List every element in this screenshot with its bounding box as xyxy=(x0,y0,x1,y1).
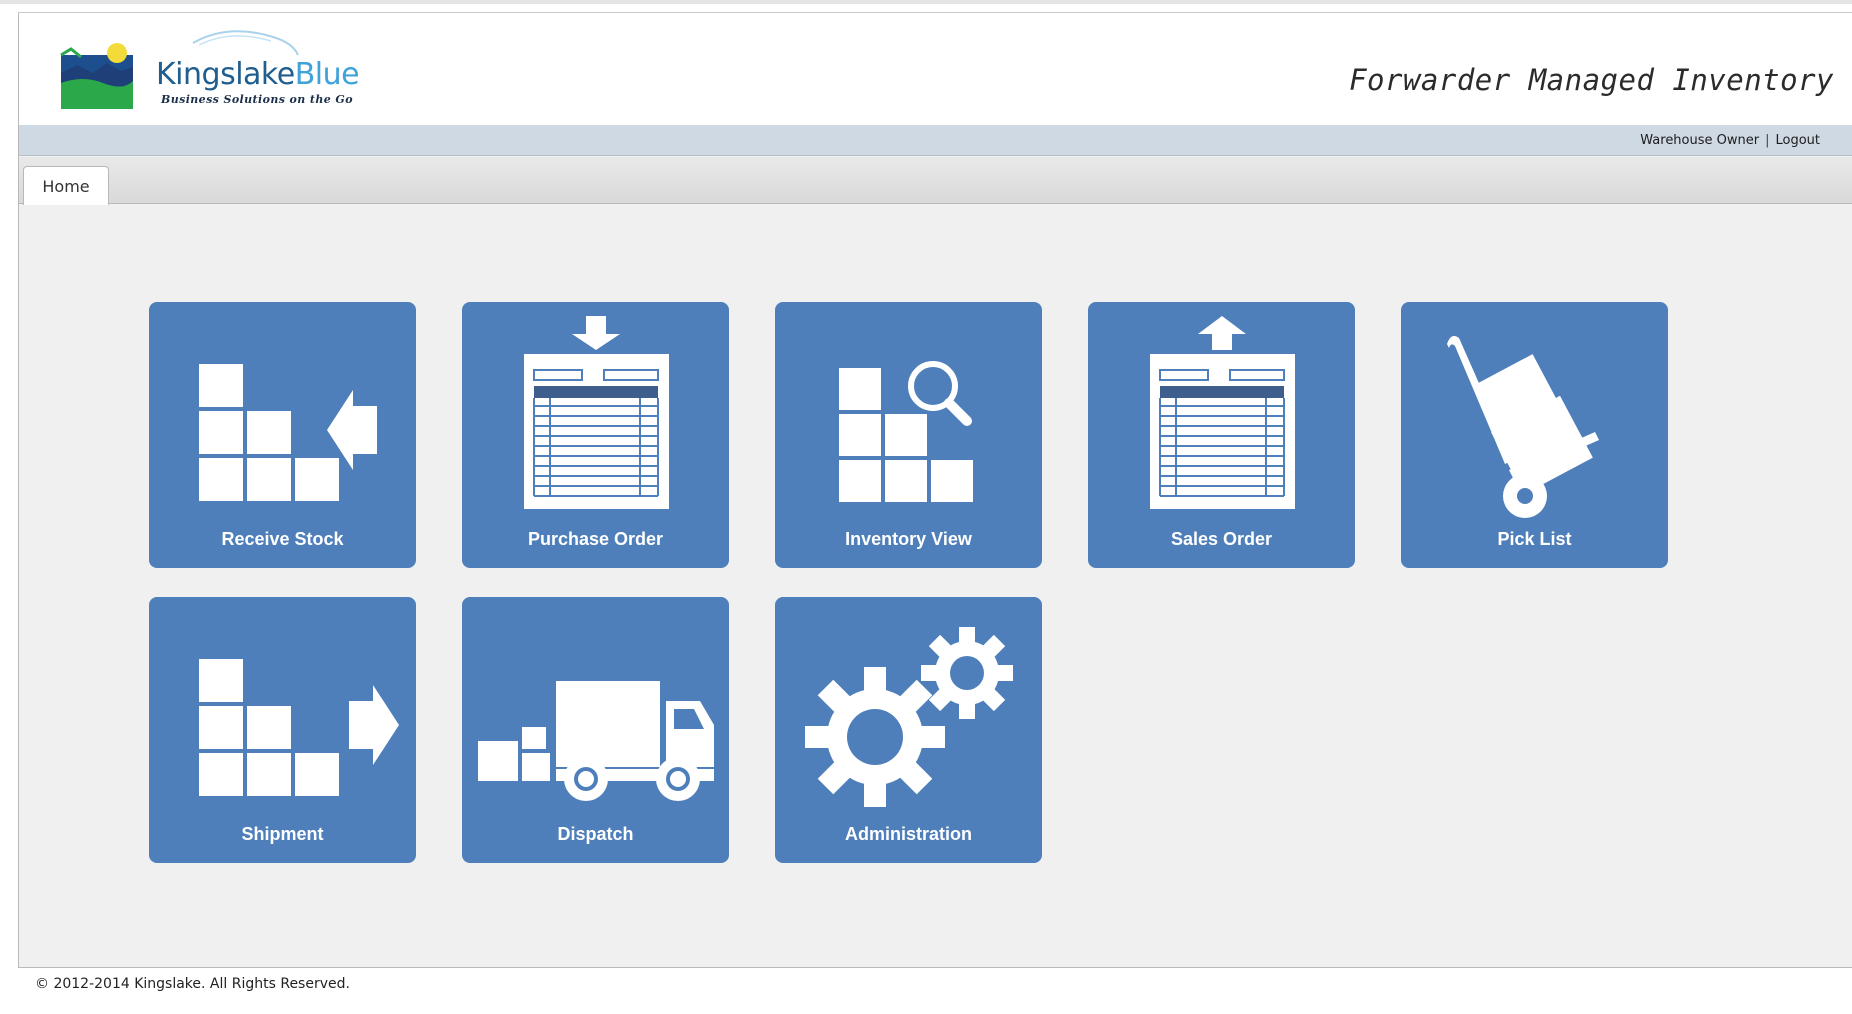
receive-stock-tile[interactable]: Receive Stock xyxy=(149,302,416,568)
purchase-order-tile[interactable]: Purchase Order xyxy=(462,302,729,568)
logout-link[interactable]: Logout xyxy=(1775,133,1820,148)
administration-tile[interactable]: Administration xyxy=(775,597,1042,863)
logo-tagline: Business Solutions on the Go xyxy=(161,93,353,106)
sales-order-tile[interactable]: Sales Order xyxy=(1088,302,1355,568)
app-title: Forwarder Managed Inventory xyxy=(1349,63,1834,97)
logo-name-part2: Blue xyxy=(294,57,360,92)
sales-order-label: Sales Order xyxy=(1170,529,1273,549)
pick-list-tile[interactable]: Pick List xyxy=(1401,302,1668,568)
user-links-separator: | xyxy=(1765,133,1770,148)
kingslake-logo[interactable]: KingslakeBlue Business Solutions on the … xyxy=(43,23,360,113)
current-user-link[interactable]: Warehouse Owner xyxy=(1640,133,1759,148)
inventory-view-label: Inventory View xyxy=(845,529,972,549)
shipment-label: Shipment xyxy=(241,824,324,844)
copyright-footer: © 2012-2014 Kingslake. All Rights Reserv… xyxy=(35,976,350,992)
pick-list-label: Pick List xyxy=(1497,529,1572,549)
purchase-order-label: Purchase Order xyxy=(527,529,664,549)
inventory-view-tile[interactable]: Inventory View xyxy=(775,302,1042,568)
user-bar: Warehouse Owner | Logout xyxy=(19,125,1852,156)
window-top-edge xyxy=(0,0,1852,4)
receive-stock-label: Receive Stock xyxy=(221,529,344,549)
administration-label: Administration xyxy=(844,824,972,844)
logo-name-part1: Kingslake xyxy=(156,57,295,92)
logo-wordmark: KingslakeBlue xyxy=(156,57,360,92)
dispatch-tile[interactable]: Dispatch xyxy=(462,597,729,863)
user-links: Warehouse Owner | Logout xyxy=(1640,133,1820,148)
tab-bar: Home xyxy=(19,157,1852,205)
app-frame: KingslakeBlue Business Solutions on the … xyxy=(18,12,1852,968)
tab-home[interactable]: Home xyxy=(23,166,109,205)
dispatch-label: Dispatch xyxy=(557,824,634,844)
shipment-tile[interactable]: Shipment xyxy=(149,597,416,863)
page-header: KingslakeBlue Business Solutions on the … xyxy=(19,13,1852,125)
